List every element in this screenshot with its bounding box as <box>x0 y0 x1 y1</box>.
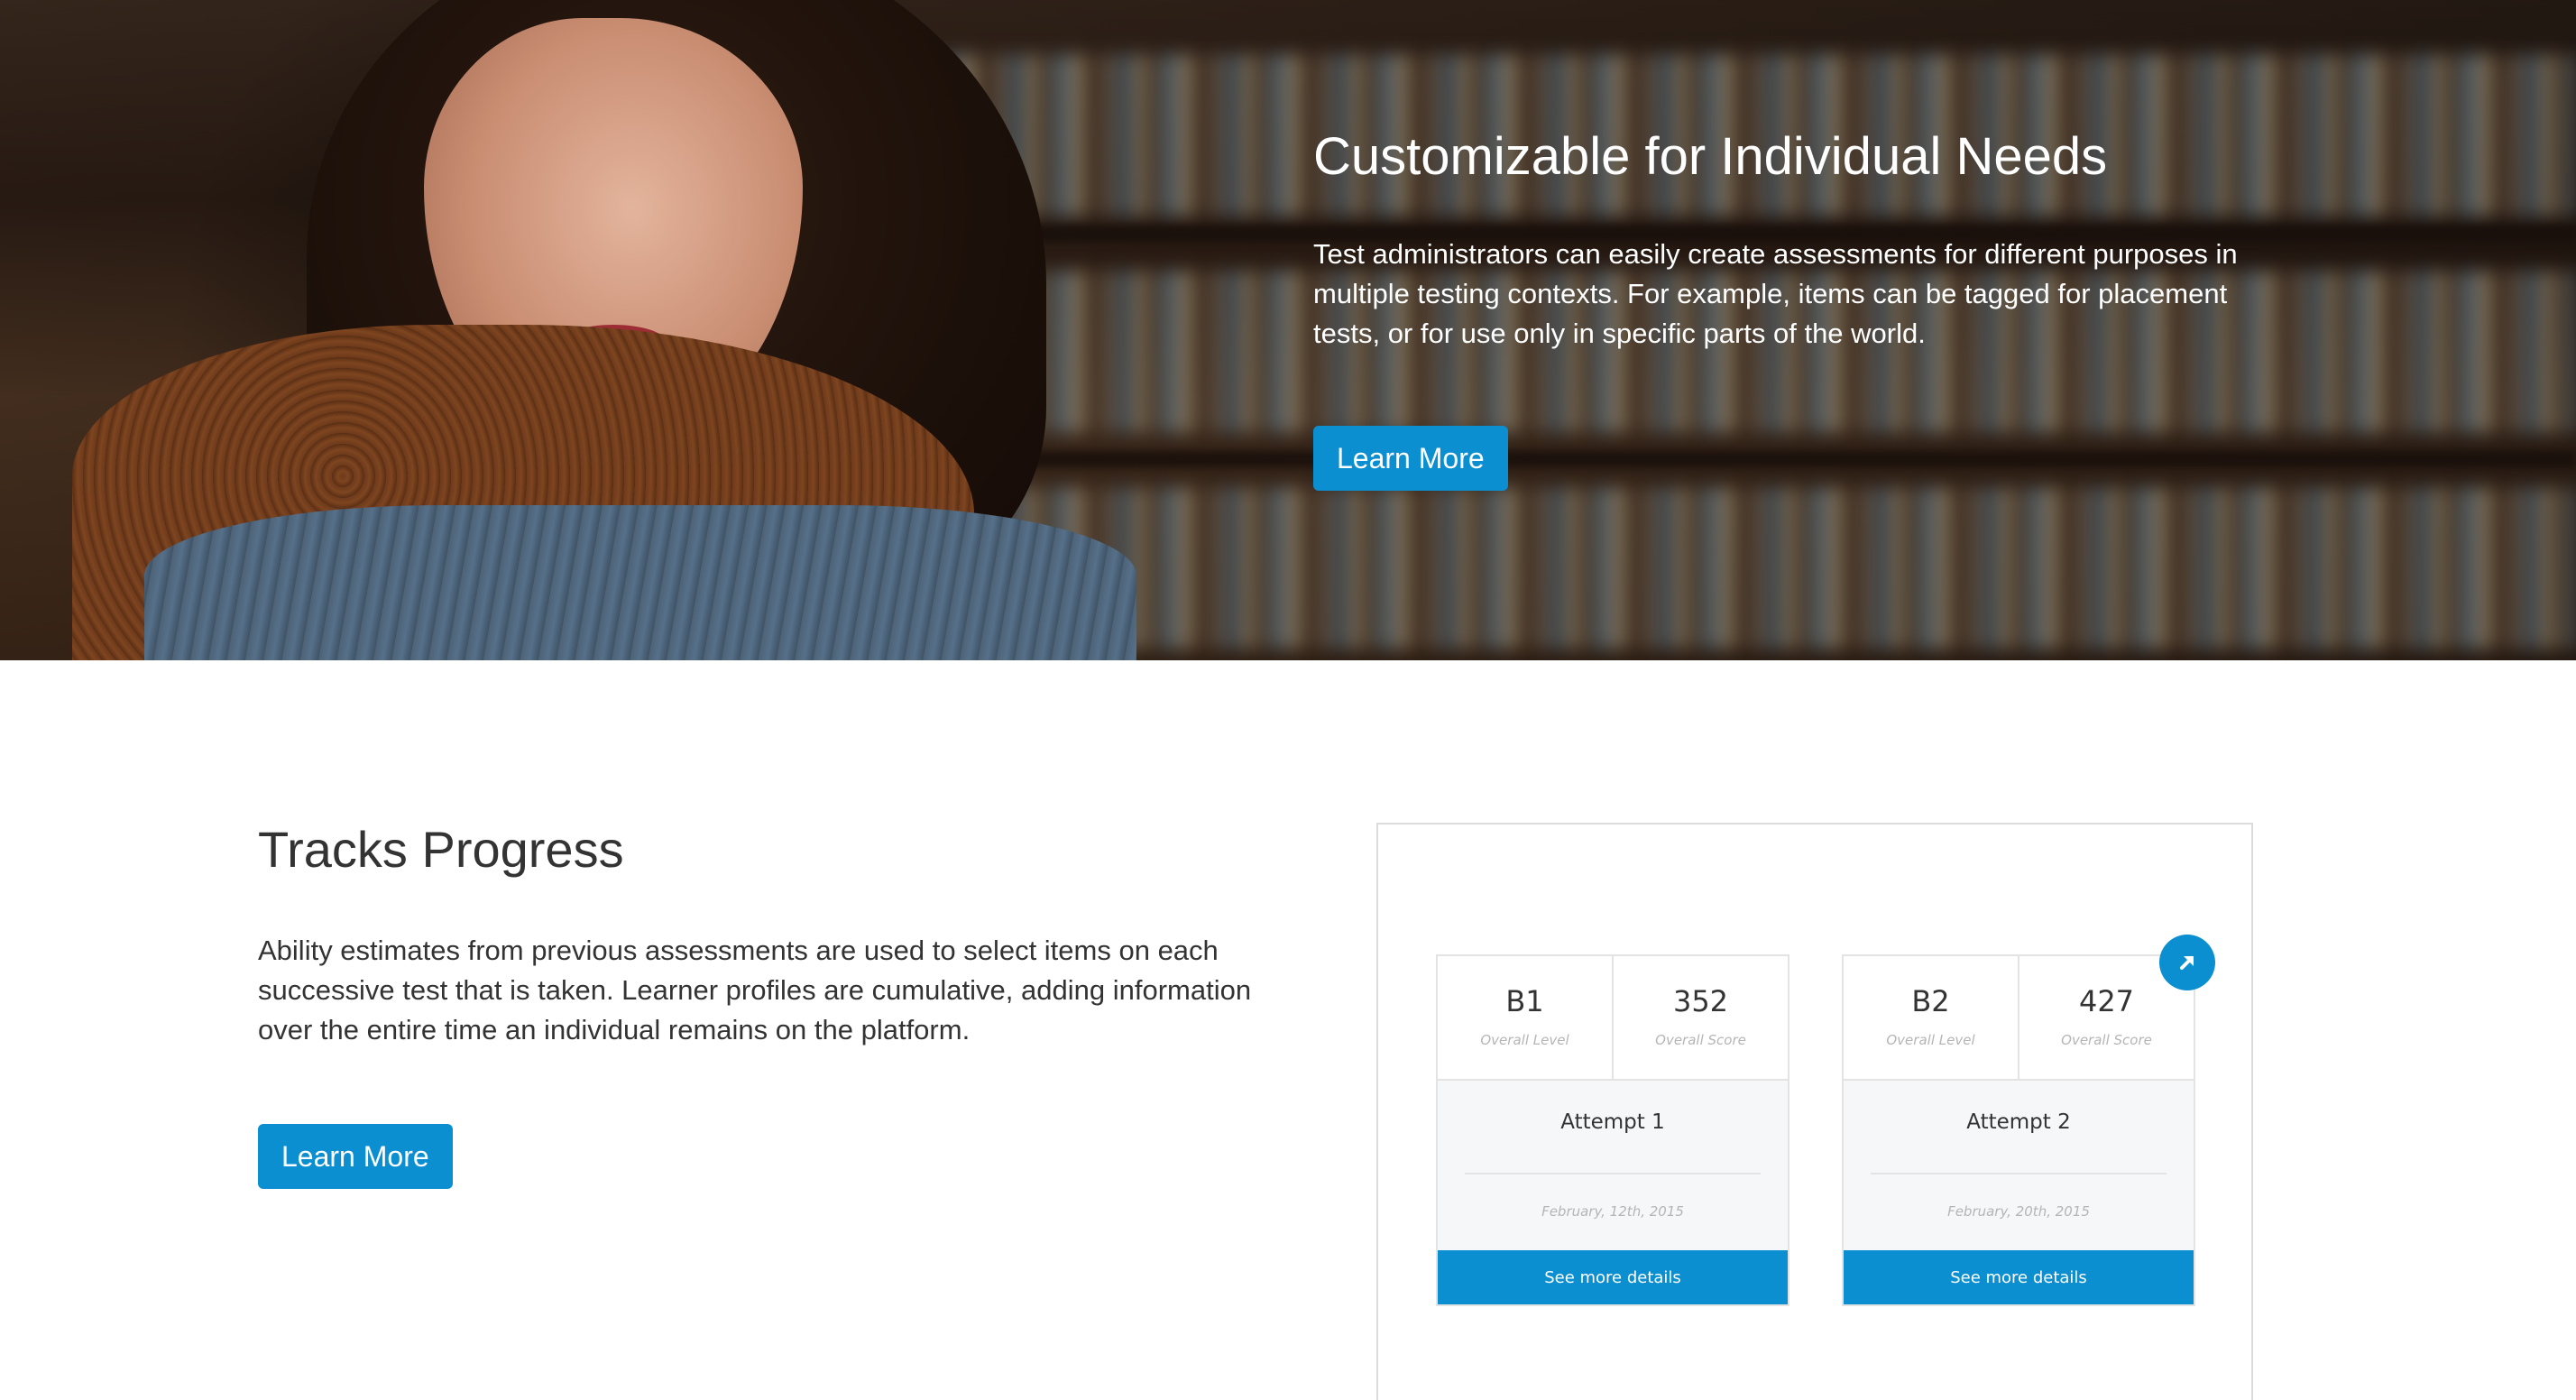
overall-score-stat: 352 Overall Score <box>1612 956 1788 1079</box>
overall-level-label: Overall Level <box>1480 1032 1569 1048</box>
section-description: Ability estimates from previous assessme… <box>258 935 1252 1045</box>
arrow-up-right-icon <box>2180 956 2194 970</box>
hero-title: Customizable for Individual Needs <box>1313 127 2108 186</box>
card-body: Attempt 2 February, 20th, 2015 <box>1844 1081 2194 1250</box>
hero-photo-sweater <box>144 505 1136 660</box>
card-stats: B2 Overall Level 427 Overall Score <box>1844 956 2194 1081</box>
progress-learn-more-button[interactable]: Learn More <box>258 1124 453 1189</box>
overall-level-stat: B2 Overall Level <box>1844 956 2018 1079</box>
overall-score-label: Overall Score <box>2061 1032 2152 1048</box>
attempt-card: B2 Overall Level 427 Overall Score Attem… <box>1842 954 2195 1306</box>
attempt-card: B1 Overall Level 352 Overall Score Attem… <box>1436 954 1789 1306</box>
see-more-details-button[interactable]: See more details <box>1844 1250 2194 1304</box>
overall-level-value: B2 <box>1911 984 1950 1018</box>
overall-score-label: Overall Score <box>1655 1032 1746 1048</box>
tracks-progress-section: Tracks Progress Ability estimates from p… <box>258 812 1295 1189</box>
overall-score-value: 427 <box>2078 984 2135 1018</box>
progress-preview-panel: B1 Overall Level 352 Overall Score Attem… <box>1376 823 2253 1400</box>
hero-description: Test administrators can easily create as… <box>1313 238 2238 349</box>
attempt-title: Attempt 1 <box>1560 1110 1665 1134</box>
card-stats: B1 Overall Level 352 Overall Score <box>1438 956 1788 1081</box>
hero-content: Customizable for Individual Needs Test a… <box>1313 124 2296 491</box>
card-divider <box>1871 1173 2167 1174</box>
overall-score-value: 352 <box>1672 984 1729 1018</box>
hero-learn-more-button[interactable]: Learn More <box>1313 426 1508 491</box>
overall-level-label: Overall Level <box>1886 1032 1975 1048</box>
card-body: Attempt 1 February, 12th, 2015 <box>1438 1081 1788 1250</box>
section-title: Tracks Progress <box>258 821 624 878</box>
attempt-title: Attempt 2 <box>1966 1110 2071 1134</box>
card-divider <box>1465 1173 1761 1174</box>
see-more-details-button[interactable]: See more details <box>1438 1250 1788 1304</box>
overall-level-stat: B1 Overall Level <box>1438 956 1612 1079</box>
attempt-date: February, 20th, 2015 <box>1947 1203 2090 1220</box>
hero-section: Customizable for Individual Needs Test a… <box>0 0 2576 660</box>
attempt-date: February, 12th, 2015 <box>1541 1203 1684 1220</box>
expand-button[interactable] <box>2159 935 2215 990</box>
overall-level-value: B1 <box>1505 984 1544 1018</box>
